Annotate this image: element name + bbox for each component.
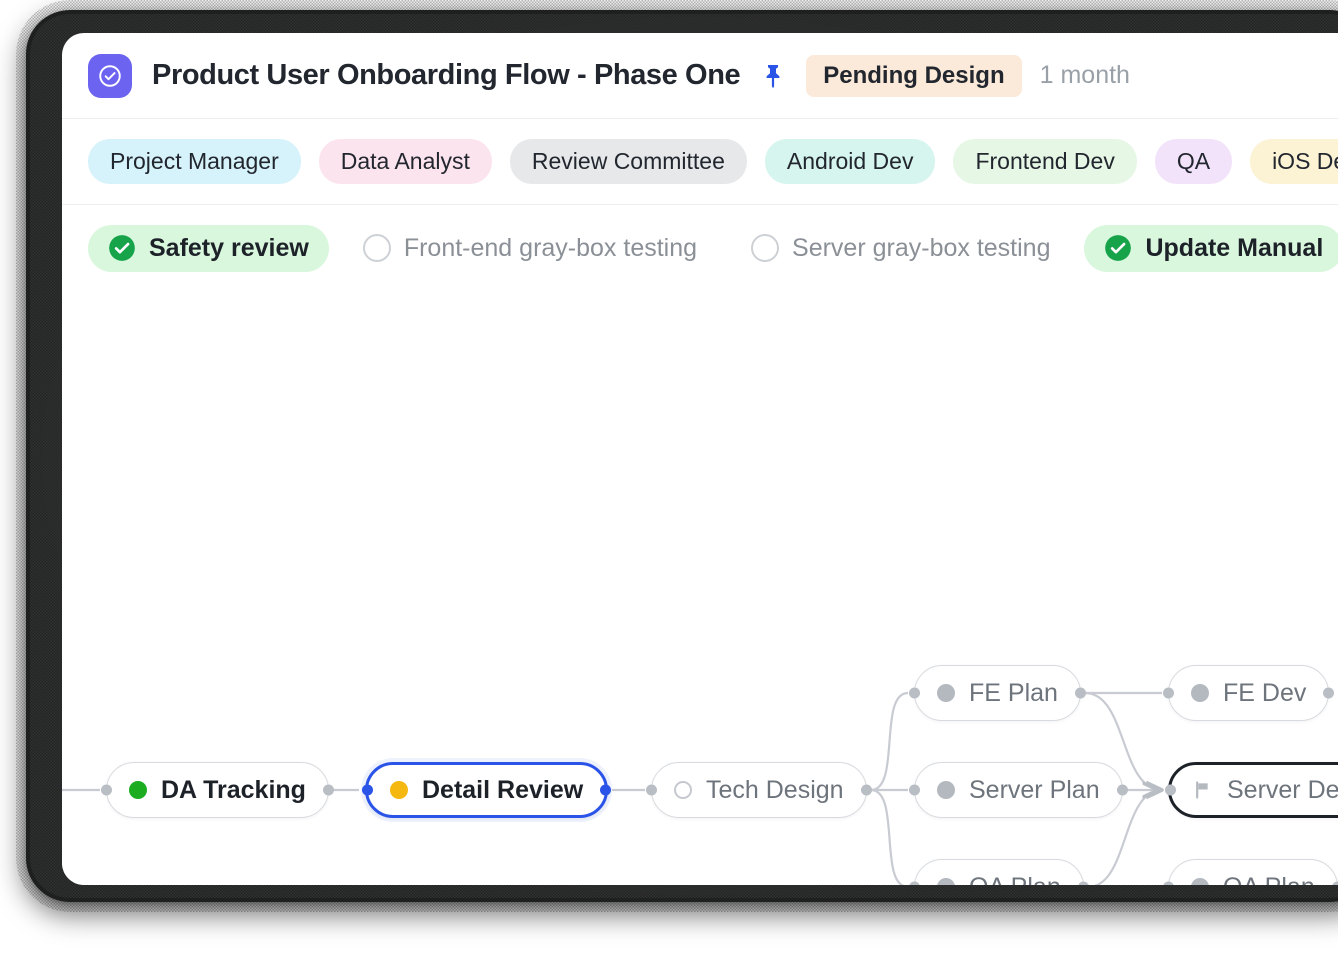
status-dot-icon bbox=[390, 781, 408, 799]
flow-node-label: Tech Design bbox=[706, 775, 844, 804]
flow-node-server-plan[interactable]: Server Plan bbox=[909, 762, 1128, 818]
flow-node-fe-plan[interactable]: FE Plan bbox=[909, 665, 1086, 721]
node-handle-left[interactable] bbox=[362, 784, 373, 796]
node-handle-left[interactable] bbox=[101, 784, 112, 796]
checklist-item[interactable]: Server gray-box testing bbox=[731, 225, 1070, 272]
check-filled-icon bbox=[108, 234, 136, 262]
flow-node-fe-dev[interactable]: FE Dev bbox=[1163, 665, 1335, 721]
flow-node-label: Server Plan bbox=[969, 775, 1100, 804]
role-tag[interactable]: iOS Dev bbox=[1250, 139, 1338, 184]
flow-edge bbox=[870, 691, 909, 792]
node-handle-left[interactable] bbox=[1163, 881, 1174, 885]
check-filled-icon bbox=[1104, 234, 1132, 262]
flow-node-detail-review[interactable]: Detail Review bbox=[362, 762, 612, 818]
flag-icon bbox=[1193, 780, 1213, 800]
role-tag[interactable]: QA bbox=[1154, 139, 1233, 184]
flow-node-label: DA Tracking bbox=[161, 775, 306, 804]
role-tag[interactable]: Review Committee bbox=[509, 139, 747, 184]
flow-node-qa-plan[interactable]: QA Plan bbox=[909, 859, 1089, 886]
checklist-item[interactable]: Safety review bbox=[88, 224, 329, 272]
circle-empty-icon bbox=[362, 234, 391, 262]
flow-node-label: QA Plan bbox=[969, 873, 1061, 886]
screenshot-root: Product User Onboarding Flow - Phase One… bbox=[0, 0, 1338, 956]
checklist-item[interactable]: Front-end gray-box testing bbox=[343, 225, 717, 272]
node-handle-left[interactable] bbox=[909, 881, 920, 885]
checklist-item-label: Server gray-box testing bbox=[792, 233, 1051, 262]
flow-node-label: Server Dev bbox=[1227, 775, 1338, 804]
node-handle-right[interactable] bbox=[322, 784, 334, 796]
node-handle-left[interactable] bbox=[909, 687, 920, 699]
flow-node-da-tracking[interactable]: DA Tracking bbox=[101, 762, 334, 818]
flow-node-label: FE Dev bbox=[1223, 678, 1307, 707]
flow-node-qa-dev[interactable]: QA Plan bbox=[1163, 859, 1338, 886]
circle-empty-icon bbox=[751, 234, 780, 262]
status-dot-icon bbox=[937, 781, 955, 799]
app-window: Product User Onboarding Flow - Phase One… bbox=[62, 33, 1338, 885]
duration-label: 1 month bbox=[1039, 61, 1130, 89]
node-handle-right[interactable] bbox=[1323, 687, 1335, 699]
node-handle-left[interactable] bbox=[1165, 784, 1176, 796]
flow-canvas[interactable]: DA Tracking Detail Review Tech Design FE Pl… bbox=[62, 291, 1338, 885]
page-title: Product User Onboarding Flow - Phase One bbox=[152, 59, 741, 91]
checklist-item-label: Front-end gray-box testing bbox=[403, 233, 698, 262]
node-handle-right[interactable] bbox=[1331, 881, 1338, 885]
role-tag[interactable]: Data Analyst bbox=[318, 139, 492, 184]
checklist-item[interactable]: Update Manual bbox=[1084, 224, 1338, 272]
checklist-item-label: Safety review bbox=[149, 233, 309, 262]
flow-node-label: FE Plan bbox=[969, 678, 1058, 707]
node-handle-right[interactable] bbox=[1116, 784, 1128, 796]
node-handle-right[interactable] bbox=[600, 784, 612, 796]
role-tag-row: Project Manager Data Analyst Review Commit… bbox=[62, 119, 1338, 205]
status-dot-icon bbox=[937, 684, 955, 702]
node-handle-left[interactable] bbox=[1163, 687, 1174, 699]
flow-node-label: QA Plan bbox=[1223, 873, 1315, 886]
status-dot-icon bbox=[1191, 878, 1209, 885]
status-dot-icon bbox=[129, 781, 147, 799]
role-tag[interactable]: Android Dev bbox=[764, 139, 936, 184]
node-handle-left[interactable] bbox=[909, 784, 920, 796]
checklist-row: Safety review Front-end gray-box testing S… bbox=[62, 205, 1338, 291]
pin-icon[interactable] bbox=[760, 62, 786, 90]
flow-node-tech-design[interactable]: Tech Design bbox=[646, 762, 872, 818]
role-tag[interactable]: Project Manager bbox=[88, 139, 301, 184]
flow-edge bbox=[870, 788, 905, 885]
node-handle-right[interactable] bbox=[1074, 687, 1086, 699]
checklist-item-label: Update Manual bbox=[1145, 233, 1324, 262]
check-circle-icon bbox=[88, 53, 132, 98]
status-badge: Pending Design bbox=[806, 54, 1022, 97]
node-handle-right[interactable] bbox=[860, 784, 872, 796]
status-dot-icon bbox=[1191, 684, 1209, 702]
node-handle-left[interactable] bbox=[646, 784, 657, 796]
role-tag[interactable]: Frontend Dev bbox=[953, 139, 1137, 184]
status-dot-hollow-icon bbox=[674, 781, 692, 799]
app-header: Product User Onboarding Flow - Phase One… bbox=[62, 33, 1338, 119]
status-dot-icon bbox=[937, 878, 955, 885]
flow-node-server-dev[interactable]: Server Dev bbox=[1165, 762, 1338, 818]
flow-node-label: Detail Review bbox=[422, 775, 584, 804]
